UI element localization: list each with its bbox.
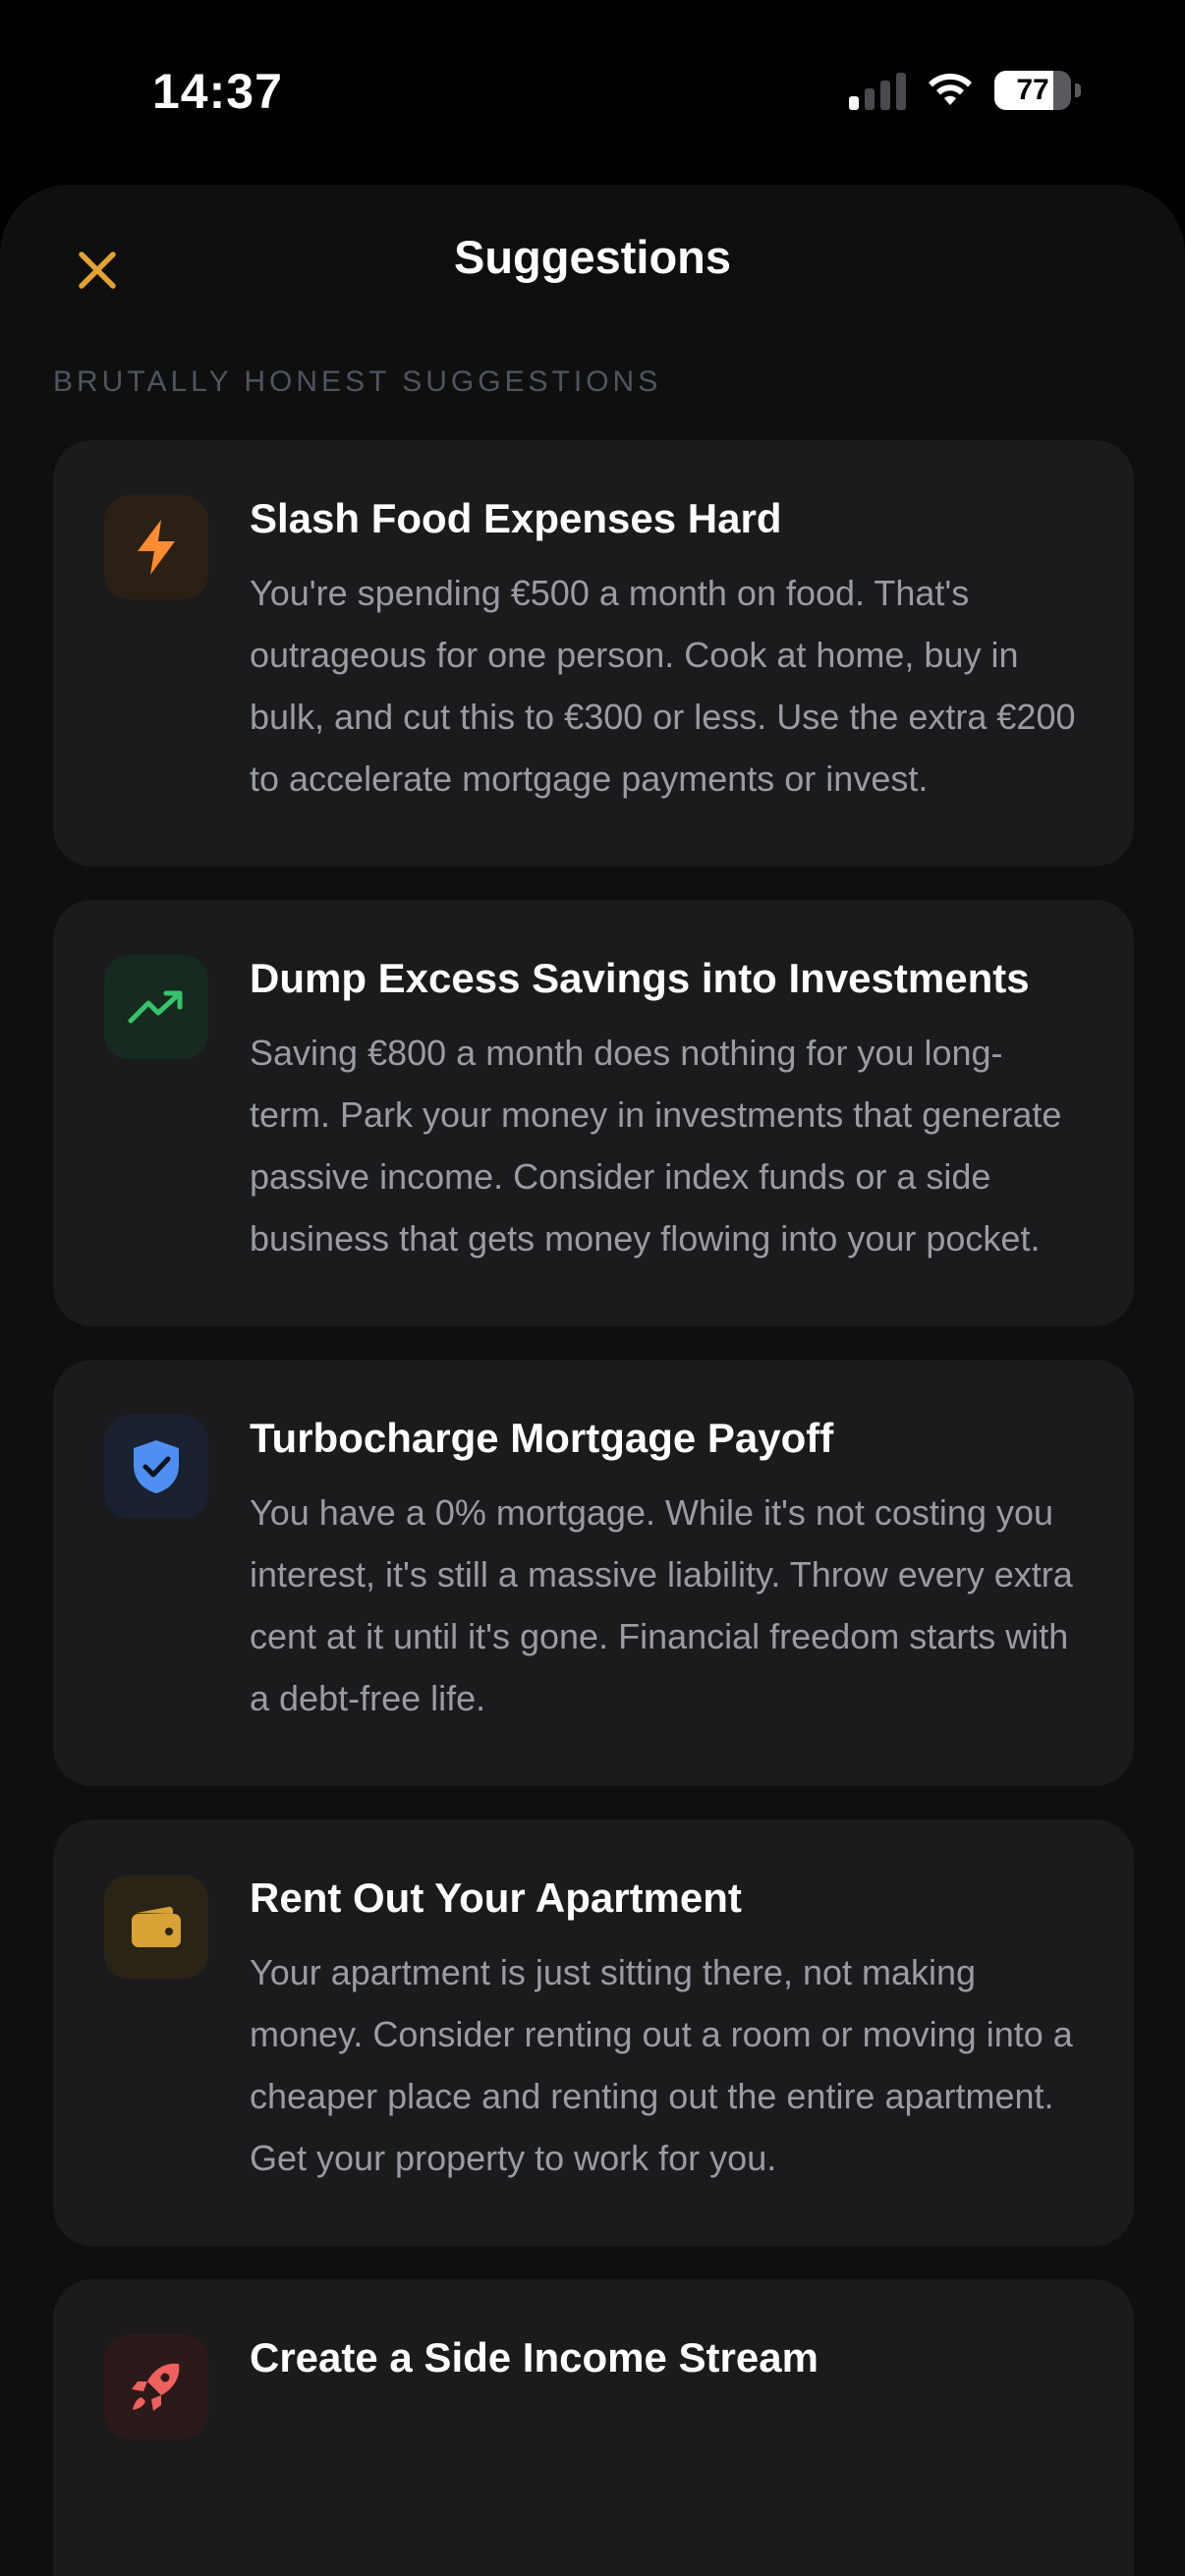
status-icons: 77 [849,71,1081,110]
suggestion-card[interactable]: Turbocharge Mortgage Payoff You have a 0… [53,1360,1134,1786]
trending-up-icon [104,955,208,1059]
suggestion-card[interactable]: Create a Side Income Stream [53,2279,1134,2576]
battery-level: 77 [1016,74,1049,106]
suggestion-title: Slash Food Expenses Hard [250,495,782,541]
suggestions-sheet: Suggestions BRUTALLY HONEST SUGGESTIONS … [0,185,1185,2576]
suggestion-title: Dump Excess Savings into Investments [250,955,1030,1001]
suggestion-card[interactable]: Dump Excess Savings into Investments Sav… [53,900,1134,1326]
status-bar: 14:37 77 [0,0,1185,177]
suggestion-card[interactable]: Rent Out Your Apartment Your apartment i… [53,1820,1134,2246]
page-title: Suggestions [453,231,732,283]
suggestion-title: Turbocharge Mortgage Payoff [250,1415,834,1461]
suggestion-text: Saving €800 a month does nothing for you… [250,1033,1062,1259]
suggestion-text: Your apartment is just sitting there, no… [250,1952,1073,2178]
sheet-header: Suggestions [0,185,1185,332]
suggestion-text: You're spending €500 a month on food. Th… [250,573,1076,799]
suggestion-text [250,2401,1079,2558]
suggestion-list: Slash Food Expenses Hard You're spending… [53,440,1134,2576]
status-time: 14:37 [152,64,283,119]
battery-tip [1075,84,1081,97]
battery-icon: 77 [994,71,1071,110]
wallet-icon [104,1875,208,1979]
section-label: BRUTALLY HONEST SUGGESTIONS [53,365,662,398]
suggestion-text: You have a 0% mortgage. While it's not c… [250,1492,1073,1718]
lightning-bolt-icon [104,495,208,599]
cellular-signal-icon [849,71,906,110]
rocket-icon [104,2334,208,2438]
suggestion-title: Create a Side Income Stream [250,2334,818,2380]
suggestion-card[interactable]: Slash Food Expenses Hard You're spending… [53,440,1134,867]
wifi-icon [929,73,972,105]
suggestion-title: Rent Out Your Apartment [250,1875,742,1921]
shield-check-icon [104,1415,208,1519]
